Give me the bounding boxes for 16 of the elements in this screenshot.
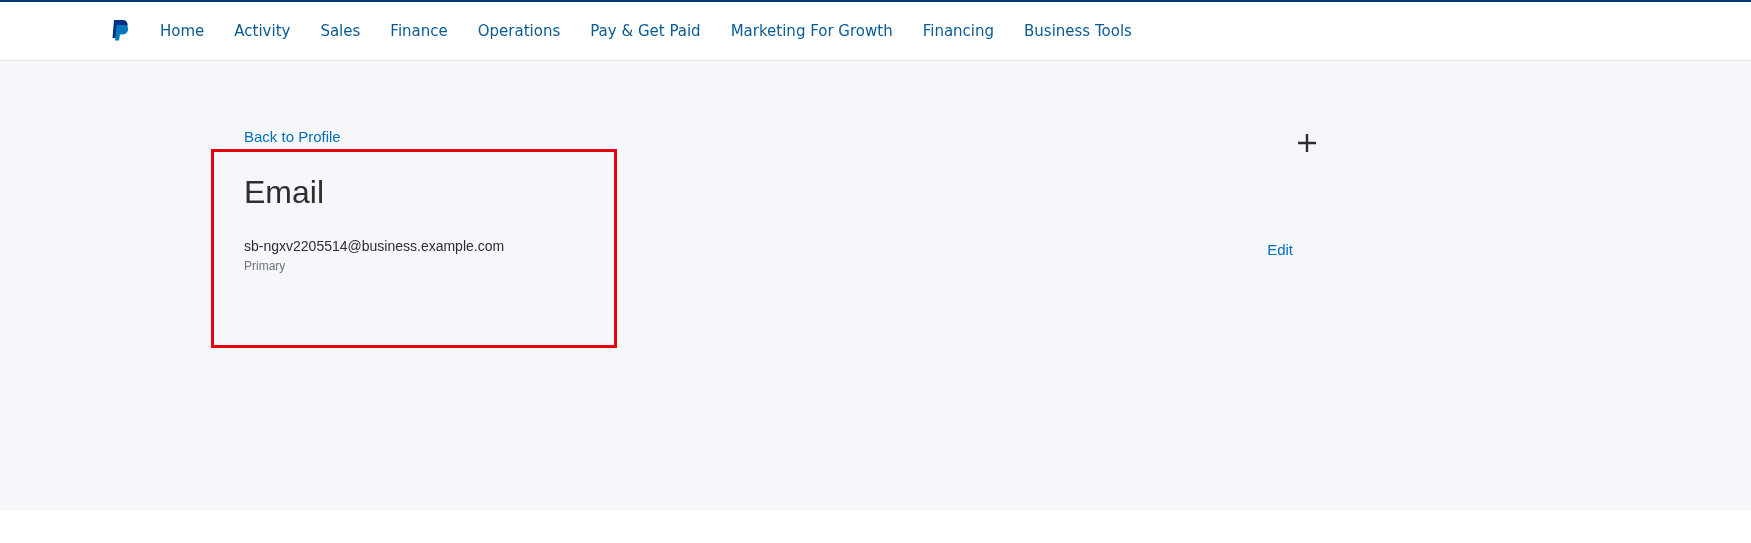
back-link[interactable]: Back to Profile (244, 127, 341, 145)
add-icon[interactable] (1297, 133, 1317, 153)
logo-icon[interactable] (110, 19, 130, 43)
nav-link[interactable]: Business Tools (1024, 22, 1132, 40)
email-label: Primary (244, 259, 287, 273)
nav-link[interactable]: Activity (234, 22, 291, 40)
nav-link[interactable]: Operations (477, 22, 561, 40)
section-title: Email (244, 174, 325, 211)
nav-link[interactable]: Pay & Get Paid (590, 22, 701, 40)
edit-link[interactable]: Edit (1267, 241, 1293, 258)
nav-link[interactable]: Financing (922, 22, 995, 40)
nav-link[interactable]: Finance (390, 22, 448, 40)
nav-link[interactable]: Marketing For Growth (730, 22, 893, 40)
email-address: sb-ngxv2205514@business.example.com (244, 238, 505, 254)
nav-link[interactable]: Sales (320, 22, 361, 40)
nav-link[interactable]: Home (160, 22, 205, 40)
